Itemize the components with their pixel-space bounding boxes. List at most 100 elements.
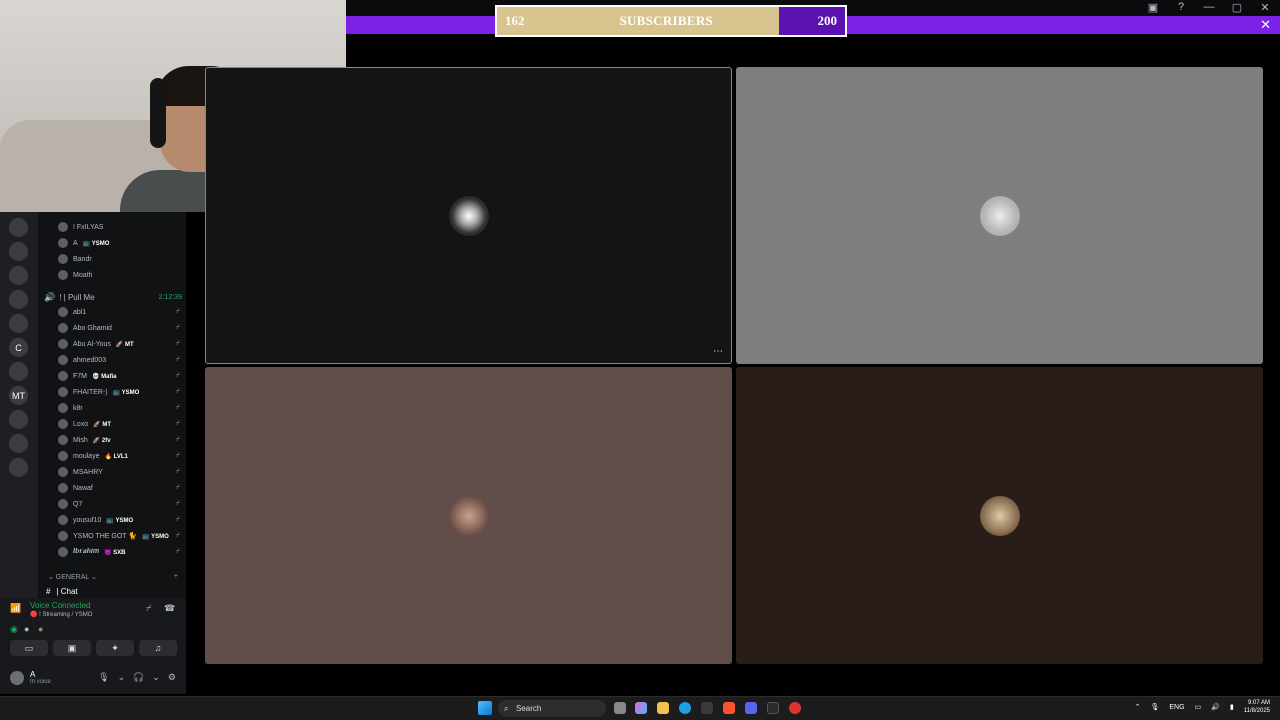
- member-avatar: [58, 371, 68, 381]
- voice-member[interactable]: MSAHRY ⌿: [58, 465, 180, 479]
- more-options-icon[interactable]: ⋯: [713, 346, 723, 357]
- xbox-icon[interactable]: [767, 702, 779, 714]
- server-icon[interactable]: [9, 434, 28, 453]
- voice-member[interactable]: FHAITER-) 📺 YSMO ⌿: [58, 385, 180, 399]
- task-view-icon[interactable]: [614, 702, 626, 714]
- voice-member[interactable]: Q7 ⌿: [58, 497, 180, 511]
- chevron-down-icon[interactable]: ⌄: [118, 672, 126, 683]
- member-name: Bandr: [73, 255, 92, 263]
- member-name: 𝑰𝒃𝒓𝒂𝒉𝒊𝒎: [73, 548, 100, 555]
- server-icon[interactable]: [9, 410, 28, 429]
- edge-icon[interactable]: [679, 702, 691, 714]
- close-icon[interactable]: ✕: [1260, 17, 1271, 33]
- member-name: k8r: [73, 404, 83, 412]
- server-icon[interactable]: C: [9, 338, 28, 357]
- member-name: Moath: [73, 271, 93, 279]
- voice-member[interactable]: 𝑰𝒃𝒓𝒂𝒉𝒊𝒎 😈 SXB ⌿: [58, 545, 180, 559]
- server-icon[interactable]: [9, 458, 28, 477]
- battery-icon[interactable]: ▮: [1230, 703, 1234, 711]
- activity-icon[interactable]: ◉: [10, 624, 18, 635]
- obs-icon[interactable]: [789, 702, 801, 714]
- server-icon[interactable]: [9, 218, 28, 237]
- voice-member[interactable]: A 📺 YSMO: [58, 236, 180, 250]
- participant-avatar[interactable]: ●: [38, 624, 43, 634]
- voice-member[interactable]: Bandr: [58, 252, 180, 266]
- noise-suppression-icon[interactable]: ⌿: [146, 603, 151, 614]
- copilot-icon[interactable]: [635, 702, 647, 714]
- category-name: ⌄ GENERAL ⌄: [48, 574, 97, 581]
- participant-avatar[interactable]: ●: [24, 624, 29, 634]
- deafened-icon: ⌿: [175, 516, 180, 523]
- voice-channel-header[interactable]: 🔊 ! | Pull Me 2:12:39: [44, 290, 182, 304]
- microphone-icon[interactable]: 🎙: [1150, 703, 1159, 711]
- voice-member[interactable]: yousuf10 📺 YSMO ⌿: [58, 513, 180, 527]
- voice-status[interactable]: Voice Connected: [30, 601, 91, 610]
- screen-share-icon[interactable]: ▣: [1146, 1, 1160, 14]
- settings-icon[interactable]: ⚙: [168, 672, 176, 683]
- member-name: moulaye: [73, 452, 100, 460]
- voice-member[interactable]: Abo Ghamid ⌿: [58, 321, 180, 335]
- soundboard-icon: ♫: [154, 643, 162, 653]
- voice-member[interactable]: Abu Al-Yous 🚀 MT ⌿: [58, 337, 180, 351]
- server-icon[interactable]: MT: [9, 386, 28, 405]
- voice-member[interactable]: k8r ⌿: [58, 401, 180, 415]
- voice-member[interactable]: Mish 🚀 2fv ⌿: [58, 433, 180, 447]
- deafened-icon: ⌿: [175, 340, 180, 347]
- category-general[interactable]: ⌄ GENERAL ⌄ +: [48, 573, 178, 581]
- voice-member[interactable]: ! FxILYAS: [58, 220, 180, 234]
- channel-chat[interactable]: # | Chat: [46, 587, 78, 596]
- soundboard-button[interactable]: ♫: [139, 640, 177, 656]
- discord-icon[interactable]: [745, 702, 757, 714]
- server-icon[interactable]: [9, 290, 28, 309]
- camera-off-icon: ▭: [24, 642, 34, 653]
- voice-member[interactable]: Loxo 🚀 MT ⌿: [58, 417, 180, 431]
- video-tile[interactable]: ⋯: [205, 67, 732, 364]
- video-tile[interactable]: [205, 367, 732, 664]
- voice-member[interactable]: YSMO THE GOT 🐈 📺 YSMO ⌿: [58, 529, 180, 543]
- member-name: ahmed003: [73, 356, 107, 364]
- chevron-up-icon[interactable]: ⌃: [1135, 703, 1141, 711]
- server-icon[interactable]: [9, 314, 28, 333]
- language-indicator[interactable]: ENG: [1169, 704, 1184, 711]
- member-name: YSMO THE GOT 🐈: [73, 533, 138, 540]
- chevron-down-icon[interactable]: ⌄: [152, 672, 160, 683]
- brave-icon[interactable]: [723, 702, 735, 714]
- taskbar-search[interactable]: ⌕ Search: [498, 700, 606, 717]
- server-icon[interactable]: [9, 362, 28, 381]
- volume-icon[interactable]: 🔊: [1211, 703, 1220, 711]
- user-panel[interactable]: A In voice: [10, 670, 51, 685]
- clock[interactable]: 9:07 AM 11/8/2025: [1244, 699, 1270, 715]
- windows-start-icon[interactable]: [478, 701, 492, 715]
- headphones-icon[interactable]: 🎧: [133, 672, 144, 683]
- search-icon: ⌕: [504, 703, 509, 713]
- help-icon[interactable]: ?: [1174, 1, 1188, 14]
- server-icon[interactable]: [9, 266, 28, 285]
- voice-member[interactable]: moulaye 🔥 LVL1 ⌿: [58, 449, 180, 463]
- server-icon[interactable]: [9, 242, 28, 261]
- camera-button[interactable]: ▭: [10, 640, 48, 656]
- video-tile[interactable]: [736, 367, 1263, 664]
- member-tag: 📺 YSMO: [112, 389, 140, 396]
- window-close-icon[interactable]: ✕: [1258, 1, 1272, 14]
- voice-member[interactable]: Nawaf ⌿: [58, 481, 180, 495]
- voice-member[interactable]: ahmed003 ⌿: [58, 353, 180, 367]
- activities-button[interactable]: ✦: [96, 640, 134, 656]
- deafened-icon: ⌿: [175, 436, 180, 443]
- member-avatar: [58, 323, 68, 333]
- store-icon[interactable]: [701, 702, 713, 714]
- video-tile[interactable]: [736, 67, 1263, 364]
- taskbar: ⌕ Search ⌃ 🎙 ENG ▭ 🔊 ▮ 9:07 AM 11/8/2025: [0, 696, 1280, 720]
- disconnect-icon[interactable]: ☎: [164, 603, 175, 614]
- share-screen-button[interactable]: ▣: [53, 640, 91, 656]
- file-explorer-icon[interactable]: [657, 702, 669, 714]
- network-icon[interactable]: ▭: [1195, 703, 1202, 711]
- add-channel-icon[interactable]: +: [174, 573, 178, 581]
- signal-icon[interactable]: 📶: [10, 603, 21, 614]
- voice-member[interactable]: Moath: [58, 268, 180, 282]
- voice-member[interactable]: abl1 ⌿: [58, 305, 180, 319]
- voice-member[interactable]: F7M 💀 Mafia ⌿: [58, 369, 180, 383]
- minimize-icon[interactable]: —: [1202, 1, 1216, 14]
- system-tray: ⌃ 🎙 ENG ▭ 🔊 ▮ 9:07 AM 11/8/2025: [1135, 699, 1270, 715]
- maximize-icon[interactable]: ▢: [1230, 1, 1244, 14]
- microphone-icon[interactable]: 🎙: [98, 672, 109, 683]
